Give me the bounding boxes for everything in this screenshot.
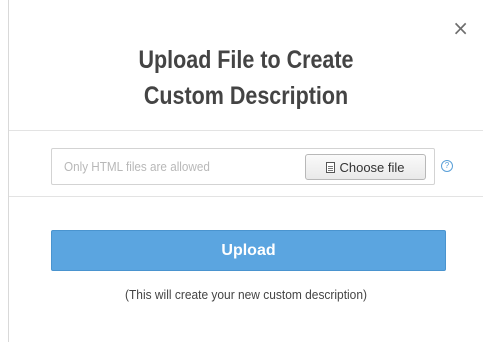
- file-input[interactable]: Only HTML files are allowed Choose file: [51, 148, 435, 185]
- dialog-title: Upload File to Create Custom Description: [42, 42, 450, 114]
- close-icon[interactable]: ×: [452, 18, 469, 38]
- upload-button[interactable]: Upload: [51, 230, 446, 271]
- divider-bottom: [9, 196, 483, 197]
- upload-note: (This will create your new custom descri…: [125, 287, 367, 302]
- help-icon[interactable]: ?: [441, 160, 453, 172]
- choose-file-button[interactable]: Choose file: [305, 154, 426, 180]
- upload-dialog: × Upload File to Create Custom Descripti…: [8, 0, 483, 342]
- dialog-title-line1: Upload File to Create: [138, 46, 354, 74]
- dialog-title-line2: Custom Description: [143, 82, 349, 110]
- file-input-placeholder: Only HTML files are allowed: [64, 159, 210, 174]
- divider-top: [9, 130, 483, 131]
- file-icon: [326, 161, 336, 173]
- choose-file-label: Choose file: [339, 159, 405, 175]
